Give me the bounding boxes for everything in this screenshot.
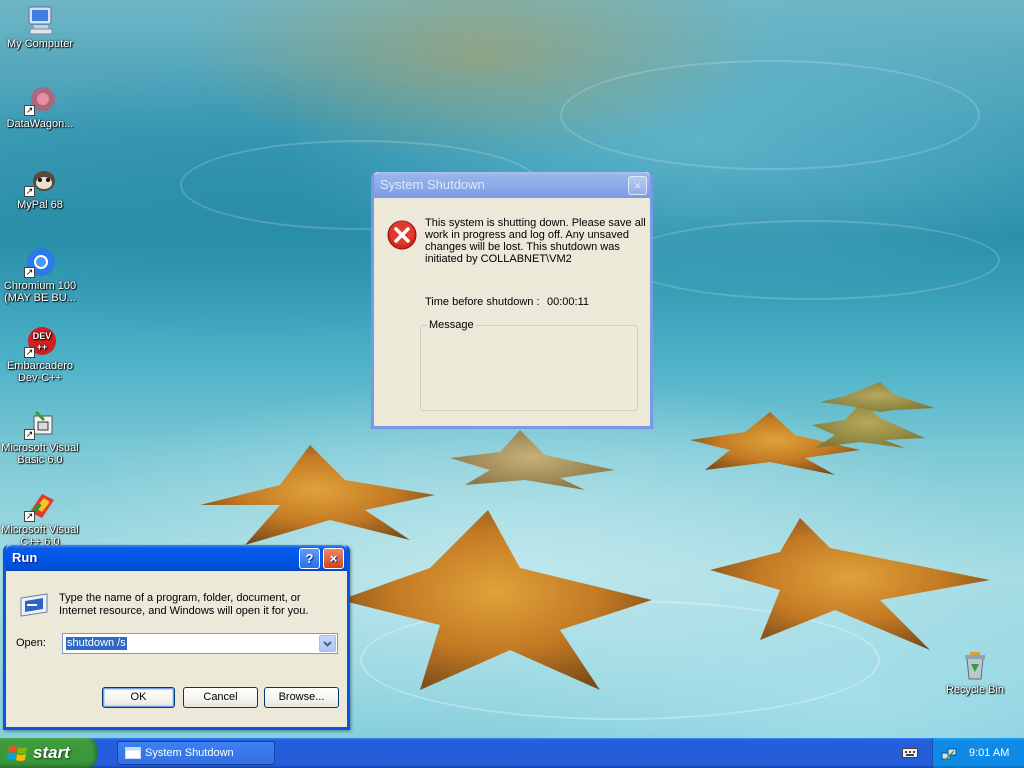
desktop[interactable]: My Computer ↗ DataWagon... ↗ MyPal 68 ↗ …: [0, 0, 1024, 738]
desktop-icon-my-computer[interactable]: My Computer: [0, 4, 80, 50]
chevron-down-icon: [323, 641, 332, 647]
shutdown-dialog-titlebar[interactable]: System Shutdown ×: [374, 172, 650, 198]
desktop-icon-recycle-bin[interactable]: Recycle Bin: [935, 650, 1015, 696]
desktop-icon-label: Chromium 100 (MAY BE BU...: [3, 280, 77, 304]
desktop-icon-devcpp[interactable]: DEV ++ ↗ Embarcadero Dev-C++: [0, 326, 80, 384]
desktop-icon-datawagon[interactable]: ↗ DataWagon...: [0, 84, 80, 130]
keyboard-icon[interactable]: [902, 747, 918, 759]
mypal-icon: ↗: [24, 165, 56, 197]
devcpp-icon: DEV ++ ↗: [24, 326, 56, 358]
run-description: Type the name of a program, folder, docu…: [59, 592, 309, 617]
shortcut-arrow-icon: ↗: [24, 347, 35, 358]
help-icon: ?: [305, 551, 314, 566]
recycle-bin-icon: [959, 650, 991, 682]
desktop-icon-vc6[interactable]: ↗ Microsoft Visual C++ 6.0: [0, 490, 80, 548]
window-icon: [125, 747, 141, 759]
shortcut-arrow-icon: ↗: [24, 429, 35, 440]
close-icon: ×: [633, 178, 642, 193]
svg-text:++: ++: [37, 342, 48, 352]
shutdown-dialog-close-button[interactable]: ×: [628, 176, 647, 195]
taskbar-button-label: System Shutdown: [145, 747, 234, 759]
run-dialog[interactable]: Run ? × Type the name of a program, fold…: [3, 545, 350, 730]
message-groupbox: Message: [420, 319, 638, 411]
taskbar-button-system-shutdown[interactable]: System Shutdown: [117, 741, 275, 765]
run-dialog-title: Run: [12, 550, 38, 565]
vb6-icon: ↗: [24, 408, 56, 440]
shortcut-arrow-icon: ↗: [24, 186, 35, 197]
time-before-shutdown-value: 00:00:11: [547, 296, 590, 308]
desktop-icon-vb6[interactable]: ↗ Microsoft Visual Basic 6.0: [0, 408, 80, 466]
error-icon: [387, 220, 417, 250]
desktop-icon-chromium[interactable]: ↗ Chromium 100 (MAY BE BU...: [0, 246, 80, 304]
desktop-icon-label: My Computer: [6, 38, 74, 50]
run-dialog-close-button[interactable]: ×: [323, 548, 344, 569]
ok-button[interactable]: OK: [102, 687, 175, 708]
chromium-icon: ↗: [24, 246, 56, 278]
message-text: [425, 336, 633, 406]
desktop-icon-label: Recycle Bin: [945, 684, 1005, 696]
start-label: start: [33, 743, 70, 762]
taskbar: start System Shutdown 9:01 AM: [0, 738, 1024, 768]
help-button[interactable]: ?: [299, 548, 320, 569]
desktop-icon-label: Microsoft Visual Basic 6.0: [1, 442, 79, 466]
time-before-shutdown-label: Time before shutdown :: [425, 296, 540, 308]
message-groupbox-label: Message: [427, 319, 476, 331]
cancel-button[interactable]: Cancel: [183, 687, 258, 708]
network-icon[interactable]: [941, 745, 957, 762]
run-dialog-titlebar[interactable]: Run ? ×: [6, 545, 347, 571]
desktop-icon-mypal[interactable]: ↗ MyPal 68: [0, 165, 80, 211]
open-dropdown-button[interactable]: [319, 635, 336, 652]
shortcut-arrow-icon: ↗: [24, 105, 35, 116]
shutdown-message: This system is shutting down. Please sav…: [425, 217, 646, 265]
windows-logo-icon: [7, 746, 27, 761]
close-icon: ×: [329, 551, 338, 566]
start-button[interactable]: start: [0, 738, 97, 768]
browse-button[interactable]: Browse...: [264, 687, 339, 708]
datawagon-icon: ↗: [24, 84, 56, 116]
desktop-icon-label: MyPal 68: [17, 199, 63, 211]
desktop-icon-label: DataWagon...: [6, 118, 74, 130]
shutdown-dialog[interactable]: System Shutdown × This system is shuttin…: [371, 172, 653, 429]
open-input[interactable]: shutdown /s: [66, 637, 127, 650]
open-label: Open:: [16, 637, 46, 649]
shortcut-arrow-icon: ↗: [24, 511, 35, 522]
desktop-icon-label: Embarcadero Dev-C++: [6, 360, 74, 384]
run-icon: [17, 592, 51, 618]
clock[interactable]: 9:01 AM: [969, 738, 1009, 768]
svg-text:DEV: DEV: [33, 331, 52, 341]
open-combobox[interactable]: shutdown /s: [62, 633, 338, 654]
vc6-icon: ↗: [24, 490, 56, 522]
system-tray: 9:01 AM: [932, 738, 1024, 768]
my-computer-icon: [24, 4, 56, 36]
shutdown-dialog-title: System Shutdown: [380, 177, 485, 192]
shortcut-arrow-icon: ↗: [24, 267, 35, 278]
